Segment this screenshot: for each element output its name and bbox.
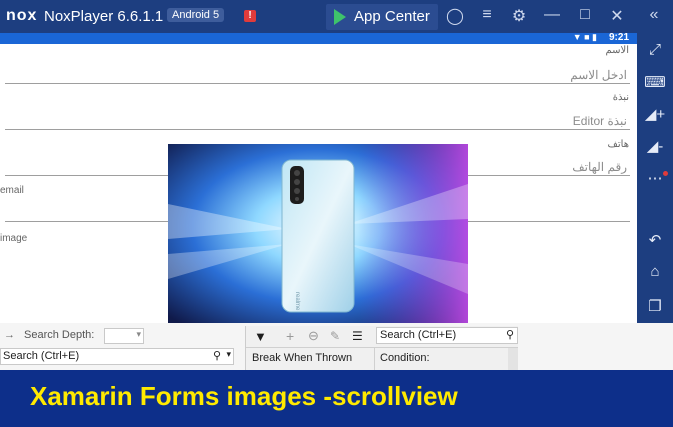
nox-logo: nox bbox=[6, 7, 38, 24]
search-icon: ⚲ bbox=[505, 329, 514, 341]
alert-badge[interactable]: ! bbox=[244, 10, 256, 22]
exception-settings-panel: ▼ + ⊖ ✎ ☰ Search (Ctrl+E) ⚲ Break When T… bbox=[245, 326, 518, 370]
keyboard-icon[interactable]: ⌨ bbox=[644, 73, 666, 91]
back-icon[interactable]: ↶ bbox=[644, 231, 666, 249]
title-bar: nox NoxPlayer 6.6.1.1 Android 5 ! App Ce… bbox=[0, 0, 673, 33]
home-icon[interactable]: ⌂ bbox=[644, 263, 666, 280]
chevron-down-icon: ▾ bbox=[136, 329, 141, 339]
phone-input[interactable]: رقم الهاتف bbox=[572, 160, 627, 174]
image-label: image bbox=[0, 233, 28, 244]
notification-dot bbox=[663, 171, 668, 176]
search-input-left[interactable]: Search (Ctrl+E) ⚲ ▾ bbox=[0, 348, 234, 365]
app-center-label: App Center bbox=[354, 8, 430, 25]
shirt-icon[interactable]: ◯ bbox=[444, 6, 466, 26]
header-divider bbox=[246, 347, 518, 348]
status-time: 9:21 bbox=[608, 32, 629, 43]
list-icon[interactable]: ☰ bbox=[352, 329, 363, 343]
gear-icon[interactable]: ⚙ bbox=[508, 6, 530, 26]
recent-apps-icon[interactable]: ❐ bbox=[644, 297, 666, 315]
phone-brand-text: realme bbox=[294, 292, 300, 311]
search-depth-label: Search Depth: bbox=[24, 329, 95, 341]
column-condition[interactable]: Condition: bbox=[380, 352, 430, 364]
phone-product-image: realme bbox=[168, 144, 468, 327]
maximize-icon[interactable]: □ bbox=[574, 6, 596, 24]
caption-text: Xamarin Forms images -scrollview bbox=[30, 381, 458, 411]
email-label: email bbox=[0, 185, 24, 196]
remove-icon[interactable]: ⊖ bbox=[308, 328, 319, 344]
search-icon: ⚲ bbox=[212, 350, 221, 362]
column-break-when-thrown[interactable]: Break When Thrown bbox=[252, 352, 352, 364]
edit-icon[interactable]: ✎ bbox=[330, 329, 340, 343]
search-input-left-text: Search (Ctrl+E) bbox=[3, 350, 80, 362]
window-title: NoxPlayer 6.6.1.1 bbox=[44, 8, 164, 25]
minimize-icon[interactable]: — bbox=[541, 6, 563, 24]
caption-banner: Xamarin Forms images -scrollview bbox=[0, 370, 673, 427]
collapse-icon[interactable]: « bbox=[643, 6, 665, 24]
column-divider bbox=[374, 348, 375, 370]
fullscreen-icon[interactable]: ⤢ bbox=[644, 41, 666, 58]
volume-down-icon[interactable]: ◢- bbox=[644, 137, 666, 155]
scrollbar[interactable] bbox=[508, 348, 518, 370]
volume-up-icon[interactable]: ◢+ bbox=[644, 105, 666, 123]
play-store-icon bbox=[334, 9, 346, 25]
search-input-right-text: Search (Ctrl+E) bbox=[380, 329, 457, 341]
bio-label: نبذة bbox=[612, 92, 629, 103]
add-icon[interactable]: + bbox=[286, 328, 294, 344]
search-depth-select[interactable]: ▾ bbox=[104, 328, 144, 344]
app-center-button[interactable]: App Center bbox=[326, 4, 438, 30]
filter-icon[interactable]: ▼ bbox=[254, 329, 267, 344]
phone-label: هاتف bbox=[607, 139, 629, 150]
status-icons: ▼ ■ ▮ bbox=[572, 32, 597, 42]
android-status-bar: ▼ ■ ▮ 9:21 bbox=[0, 32, 637, 44]
bio-underline bbox=[5, 129, 630, 130]
name-underline bbox=[5, 83, 630, 84]
phone-image-graphic: realme bbox=[168, 144, 468, 327]
search-input-right[interactable]: Search (Ctrl+E) ⚲ bbox=[376, 327, 518, 344]
name-label: الاسم bbox=[605, 45, 629, 56]
android-version-badge: Android 5 bbox=[167, 8, 225, 22]
close-icon[interactable]: ✕ bbox=[606, 6, 628, 26]
name-input[interactable]: ادخل الاسم bbox=[570, 68, 627, 82]
back-arrow-icon[interactable]: → bbox=[4, 329, 15, 341]
chevron-down-icon: ▾ bbox=[226, 349, 231, 359]
ide-debug-panels: → Search Depth: ▾ Search (Ctrl+E) ⚲ ▾ ▼ … bbox=[0, 323, 673, 370]
menu-icon[interactable]: ≡ bbox=[476, 6, 498, 24]
emulator-side-toolbar: ⤢ ⌨ ◢+ ◢- ⋯ ↶ ⌂ ❐ bbox=[637, 33, 673, 333]
bio-editor[interactable]: Editor نبذة bbox=[573, 114, 627, 128]
